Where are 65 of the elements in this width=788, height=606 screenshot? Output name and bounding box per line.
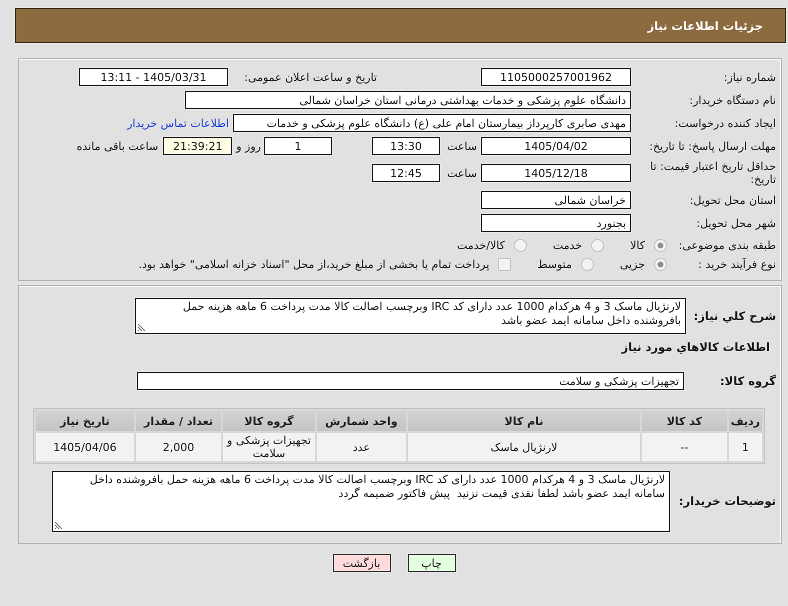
validity-date-field[interactable]: 1405/12/18	[481, 164, 631, 182]
column-header: نام کالا	[408, 411, 640, 431]
radio-button[interactable]	[580, 258, 594, 271]
field-label: تاریخ و ساعت اعلان عمومی:	[243, 70, 377, 84]
radio-label: خدمت	[552, 239, 582, 252]
goods-group-field[interactable]: تجهیزات پزشکی و سلامت	[137, 372, 684, 390]
section-title: اطلاعات کالاهاي مورد نیاز	[622, 340, 770, 354]
field-label: ساعت باقی مانده	[76, 140, 158, 152]
resize-grip-icon[interactable]	[138, 323, 146, 331]
checkbox[interactable]	[498, 258, 512, 271]
column-header: تاریخ نیاز	[36, 411, 134, 431]
buyer-notes-field[interactable]: لارنژیال ماسک 3 و 4 هرکدام 1000 عدد دارای کد IRC وبرچسب اصالت کالا مدت پرداخت 6 ماهه هزینه حمل بافروشنده داخل سامانه ایمد عضو باشد لطفا نقدی قیمت نزنید پیش فاکتور ضمیمه گردد	[52, 471, 670, 532]
checkbox-label: پرداخت تمام یا بخشی از مبلغ خرید،از محل "اسناد خزانه اسلامی" خواهد بود.	[138, 258, 490, 271]
radio-label: جزیی	[620, 258, 645, 271]
field-label: مهلت ارسال پاسخ: تا تاریخ:	[648, 140, 776, 152]
field-label: ایجاد کننده درخواست:	[674, 116, 776, 130]
radio-button[interactable]	[654, 239, 667, 252]
back-button[interactable]: بازگشت	[332, 554, 390, 572]
radio-label: متوسط	[537, 258, 572, 271]
field-label: شماره نیاز:	[722, 70, 776, 84]
radio-button[interactable]	[591, 239, 604, 252]
announce-date-field[interactable]: 1405/03/31 - 13:11	[79, 68, 228, 86]
radio-label: کالا	[630, 239, 645, 252]
column-header: تعداد / مقدار	[136, 411, 222, 431]
table-cell: 1	[728, 433, 762, 461]
deadline-time-field[interactable]: 13:30	[372, 137, 440, 155]
table-cell: 2,000	[136, 433, 222, 461]
buyer-org-field[interactable]: دانشگاه علوم پزشکی و خدمات بهداشتی درمانی استان خراسان شمالی	[185, 91, 631, 109]
field-label: ساعت	[446, 140, 477, 152]
need-number-field[interactable]: 1105000257001962	[481, 68, 631, 86]
field-label: ساعت	[446, 166, 477, 180]
resize-grip-icon[interactable]	[55, 521, 63, 529]
print-button[interactable]: چاپ	[408, 554, 456, 572]
city-field[interactable]: بجنورد	[481, 214, 631, 232]
deadline-date-field[interactable]: 1405/04/02	[481, 137, 631, 155]
buyer-contact-link[interactable]: اطلاعات تماس خریدار	[127, 116, 229, 130]
field-label: شهر محل تحویل:	[695, 216, 776, 230]
field-label: روز و	[236, 140, 261, 152]
column-header: کد کالا	[642, 411, 727, 431]
field-label: طبقه بندی موضوعی:	[678, 239, 776, 252]
requester-field[interactable]: مهدی صابری کارپرداز بیمارستان امام علی (ع) دانشگاه علوم پزشکی و خدمات	[233, 114, 631, 132]
days-left-field[interactable]: 1	[264, 137, 332, 155]
table-cell: عدد	[316, 433, 406, 461]
field-label: حداقل تاریخ اعتبار قیمت: تا تاریخ:	[649, 160, 776, 186]
page-title: جزئیات اطلاعات نیاز	[647, 18, 763, 32]
radio-button[interactable]	[514, 239, 527, 252]
time-left-field[interactable]: 21:39:21	[163, 137, 232, 155]
field-label: گروه کالا:	[719, 374, 776, 388]
province-field[interactable]: خراسان شمالی	[481, 191, 631, 209]
table-cell: 1405/04/06	[36, 433, 134, 461]
radio-label: کالا/خدمت	[457, 239, 505, 252]
column-header: ردیف	[728, 411, 762, 431]
field-label: شرح کلي نیاز:	[692, 310, 776, 322]
field-label: نام دستگاه خریدار:	[688, 94, 776, 106]
column-header: واحد شمارش	[316, 411, 406, 431]
radio-button[interactable]	[654, 258, 667, 271]
table-cell: تجهیزات پزشکی و سلامت	[223, 433, 315, 461]
validity-time-field[interactable]: 12:45	[372, 164, 440, 182]
field-label: استان محل تحویل:	[688, 194, 776, 206]
table-cell: --	[642, 433, 727, 461]
field-label: توضیحات خریدار:	[678, 495, 776, 508]
field-label: نوع فرآیند خرید :	[697, 258, 776, 271]
table-cell: لارنژیال ماسک	[408, 433, 640, 461]
description-field[interactable]: لارنژیال ماسک 3 و 4 هرکدام 1000 عدد دارای کد IRC وبرچسب اصالت کالا مدت پرداخت 6 ماهه هزینه حمل بافروشنده داخل سامانه ایمد عضو باشد	[135, 298, 686, 334]
column-header: گروه کالا	[223, 411, 315, 431]
